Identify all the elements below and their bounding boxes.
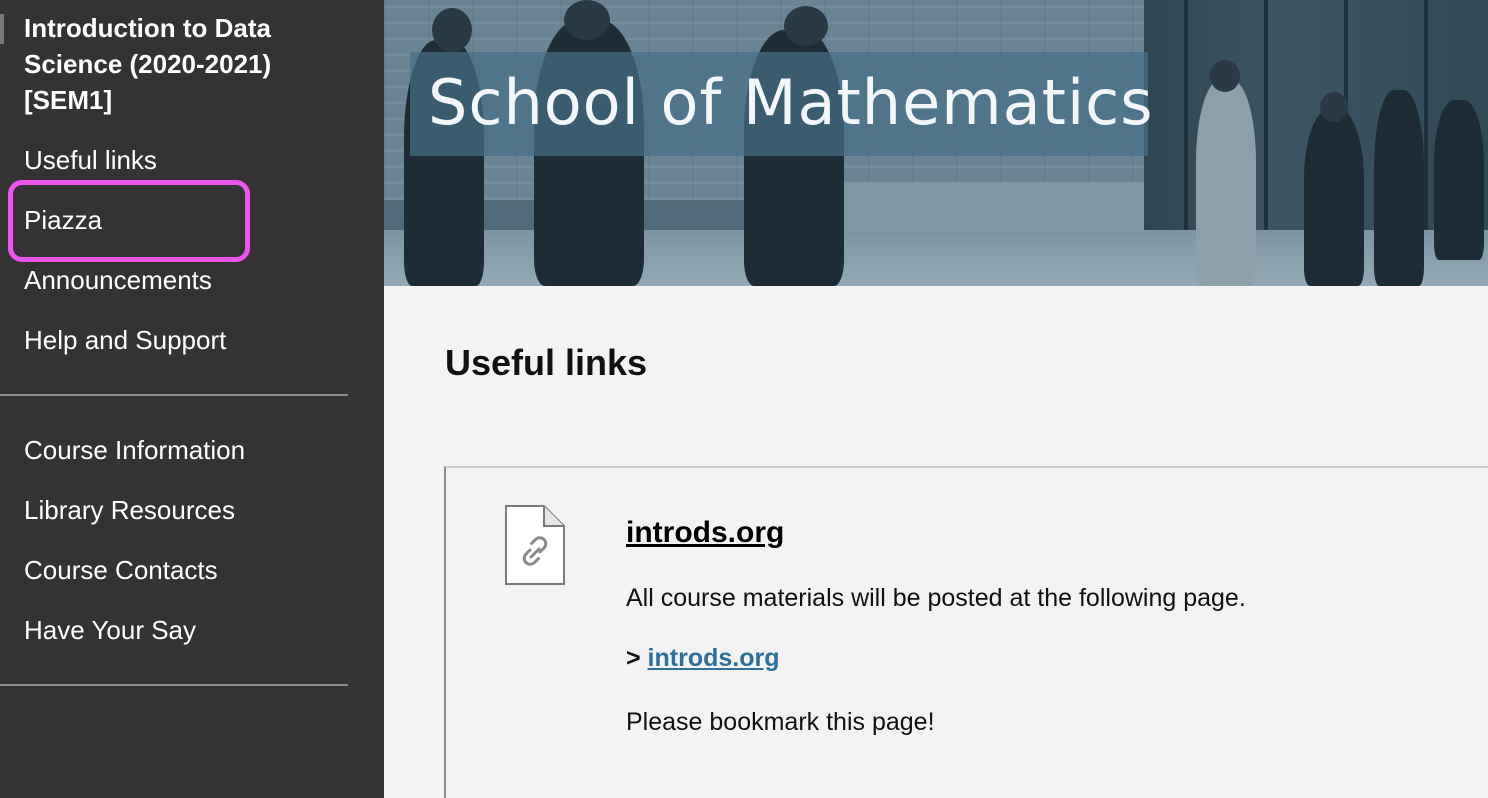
course-sidebar: Introduction to Data Science (2020-2021)… [0, 0, 384, 798]
sidebar-collapse-handle[interactable] [0, 14, 4, 44]
sidebar-item-course-information[interactable]: Course Information [24, 430, 245, 470]
sidebar-item-library-resources[interactable]: Library Resources [24, 490, 235, 530]
banner-photo-person [1304, 110, 1364, 286]
sidebar-item-announcements[interactable]: Announcements [24, 260, 212, 300]
sidebar-divider [0, 684, 348, 686]
banner-photo-person [1196, 80, 1256, 286]
page-title: Useful links [445, 342, 648, 383]
banner-photo-person [1210, 60, 1240, 92]
piazza-highlight-annotation [8, 180, 250, 262]
banner-photo-person [784, 6, 828, 46]
content-item-note: Please bookmark this page! [626, 708, 935, 736]
introds-link[interactable]: introds.org [648, 644, 780, 672]
banner-photo-person [432, 8, 472, 52]
banner-title: School of Mathematics [428, 66, 1154, 139]
content-item-description: All course materials will be posted at t… [626, 584, 1246, 612]
school-banner: School of Mathematics [384, 0, 1488, 286]
banner-photo-person [564, 0, 610, 40]
sidebar-divider [0, 394, 348, 396]
banner-photo-person [1434, 100, 1484, 260]
sidebar-item-useful-links[interactable]: Useful links [24, 140, 157, 180]
content-item-title-link[interactable]: introds.org [626, 516, 784, 550]
sidebar-item-help-and-support[interactable]: Help and Support [24, 320, 226, 360]
link-file-icon [505, 505, 565, 585]
banner-photo-person [1374, 90, 1424, 286]
banner-photo-person [1320, 92, 1348, 122]
content-item: introds.org All course materials will be… [444, 466, 1488, 798]
link-prefix: > [626, 644, 648, 672]
course-title[interactable]: Introduction to Data Science (2020-2021)… [24, 10, 344, 118]
sidebar-item-course-contacts[interactable]: Course Contacts [24, 550, 218, 590]
sidebar-item-have-your-say[interactable]: Have Your Say [24, 610, 196, 650]
content-item-link-line: > introds.org [626, 644, 779, 673]
